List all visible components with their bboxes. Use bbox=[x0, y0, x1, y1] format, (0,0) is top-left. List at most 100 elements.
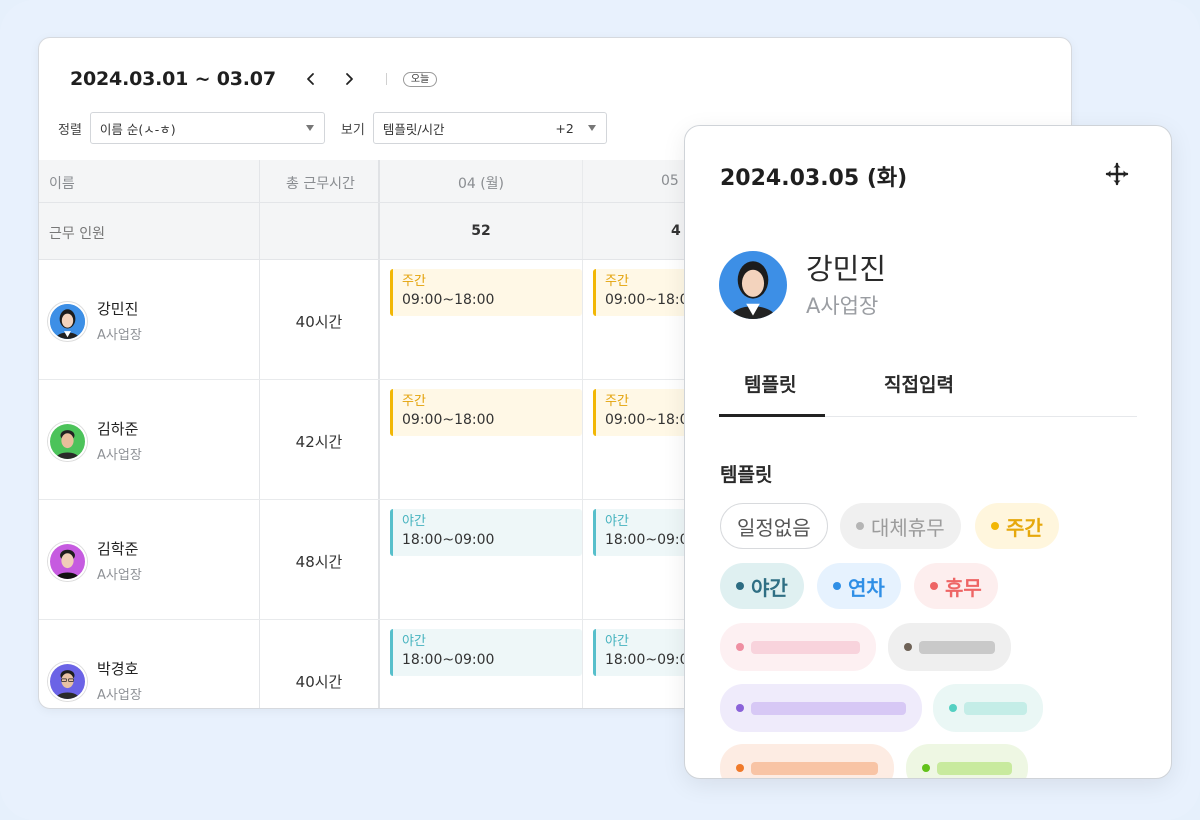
day-cell[interactable]: 야간 18:00~09:00 bbox=[380, 500, 583, 619]
toolbar-divider bbox=[385, 73, 387, 85]
view-select[interactable]: 템플릿/시간 +2 bbox=[372, 112, 607, 144]
chip-label: 야간 bbox=[751, 575, 788, 600]
today-button[interactable]: 오늘 bbox=[402, 71, 438, 87]
panel-date-title: 2024.03.05 (화) bbox=[720, 166, 908, 191]
shift-time: 09:00~18:00 bbox=[402, 412, 495, 428]
panel-tabs: 템플릿 직접입력 bbox=[719, 356, 1137, 417]
active-tab-indicator bbox=[719, 414, 825, 417]
move-icon[interactable] bbox=[1105, 162, 1129, 186]
tab-template[interactable]: 템플릿 bbox=[744, 370, 796, 397]
shift-time: 09:00~18:00 bbox=[402, 292, 495, 308]
dot-icon bbox=[922, 764, 930, 772]
chip-placeholder[interactable] bbox=[720, 684, 922, 732]
chip-day-shift[interactable]: 주간 bbox=[975, 503, 1059, 549]
chip-placeholder[interactable] bbox=[888, 623, 1011, 671]
date-range-title: 2024.03.01 ~ 03.07 bbox=[70, 68, 276, 90]
total-hours: 48시간 bbox=[295, 553, 343, 571]
chip-placeholder[interactable] bbox=[720, 744, 894, 778]
dot-icon bbox=[904, 643, 912, 651]
dot-icon bbox=[736, 643, 744, 651]
shift-block[interactable]: 주간 09:00~18:00 bbox=[390, 269, 582, 316]
shift-name: 야간 bbox=[402, 514, 426, 529]
col-header-total: 총 근무시간 bbox=[286, 176, 355, 192]
shift-name: 주간 bbox=[402, 274, 426, 289]
chevron-left-icon bbox=[306, 73, 314, 85]
chip-placeholder[interactable] bbox=[720, 623, 876, 671]
chip-label: 연차 bbox=[848, 575, 885, 600]
chip-label: 일정없음 bbox=[737, 515, 811, 540]
chevron-right-icon bbox=[345, 73, 353, 85]
chip-substitute-holiday[interactable]: 대체휴무 bbox=[840, 503, 961, 549]
shift-name: 야간 bbox=[402, 634, 426, 649]
dot-icon bbox=[930, 582, 938, 590]
chip-label: 휴무 bbox=[945, 575, 982, 600]
col-header-name: 이름 bbox=[49, 176, 75, 192]
next-week-button[interactable] bbox=[336, 66, 362, 92]
schedule-toolbar: 2024.03.01 ~ 03.07 오늘 bbox=[70, 64, 438, 94]
shift-time: 18:00~09:00 bbox=[402, 532, 495, 548]
label-placeholder bbox=[750, 640, 860, 654]
view-select-value: 템플릿/시간 bbox=[382, 121, 445, 137]
day-cell[interactable]: 주간 09:00~18:00 bbox=[380, 380, 583, 499]
label-placeholder bbox=[750, 701, 906, 715]
avatar bbox=[48, 662, 87, 701]
chip-no-schedule[interactable]: 일정없음 bbox=[720, 503, 828, 549]
employee-dept: A사업장 bbox=[97, 328, 142, 343]
headcount-value: 52 bbox=[471, 223, 491, 239]
dot-icon bbox=[833, 582, 841, 590]
avatar bbox=[48, 422, 87, 461]
employee-dept: A사업장 bbox=[97, 448, 142, 463]
shift-detail-panel: 2024.03.05 (화) 강민진 A사업장 템플릿 직접입력 템플릿 일정없… bbox=[684, 125, 1172, 779]
caret-down-icon bbox=[587, 125, 596, 131]
dot-icon bbox=[991, 522, 999, 530]
label-placeholder bbox=[918, 640, 995, 654]
shift-time: 18:00~09:00 bbox=[402, 652, 495, 668]
chip-placeholder[interactable] bbox=[933, 684, 1043, 732]
label-placeholder bbox=[963, 701, 1027, 715]
dot-icon bbox=[856, 522, 864, 530]
view-label: 보기 bbox=[340, 122, 365, 138]
chip-label: 주간 bbox=[1006, 515, 1043, 540]
dot-icon bbox=[736, 582, 744, 590]
shift-name: 주간 bbox=[402, 394, 426, 409]
sort-label: 정렬 bbox=[58, 122, 82, 138]
headcount-value: 4 bbox=[671, 223, 681, 239]
prev-week-button[interactable] bbox=[298, 66, 324, 92]
template-section-title: 템플릿 bbox=[720, 464, 773, 486]
total-hours: 40시간 bbox=[295, 673, 343, 691]
caret-down-icon bbox=[305, 125, 314, 131]
view-extra-count: +2 bbox=[555, 121, 574, 136]
dot-icon bbox=[949, 704, 957, 712]
label-placeholder bbox=[750, 761, 878, 775]
chip-night-shift[interactable]: 야간 bbox=[720, 563, 804, 609]
chip-annual-leave[interactable]: 연차 bbox=[817, 563, 901, 609]
label-placeholder bbox=[936, 761, 1012, 775]
sort-select[interactable]: 이름 순(ㅅ-ㅎ) bbox=[89, 112, 325, 144]
dot-icon bbox=[736, 764, 744, 772]
employee-name: 김하준 bbox=[97, 420, 139, 438]
avatar bbox=[719, 251, 787, 319]
panel-employee-dept: A사업장 bbox=[806, 294, 879, 318]
chip-placeholder[interactable] bbox=[906, 744, 1028, 778]
sort-select-value: 이름 순(ㅅ-ㅎ) bbox=[99, 121, 176, 137]
col-header-day: 04 (월) bbox=[457, 176, 505, 192]
chip-day-off[interactable]: 휴무 bbox=[914, 563, 998, 609]
total-hours: 40시간 bbox=[295, 313, 343, 331]
employee-name: 박경호 bbox=[97, 660, 139, 678]
shift-block[interactable]: 야간 18:00~09:00 bbox=[390, 629, 582, 676]
headcount-label: 근무 인원 bbox=[49, 226, 105, 242]
shift-block[interactable]: 주간 09:00~18:00 bbox=[390, 389, 582, 436]
filter-bar: 정렬 이름 순(ㅅ-ㅎ) 보기 템플릿/시간 +2 bbox=[58, 112, 607, 144]
avatar bbox=[48, 302, 87, 341]
panel-employee-name: 강민진 bbox=[806, 252, 887, 286]
chip-label: 대체휴무 bbox=[871, 515, 945, 540]
employee-dept: A사업장 bbox=[97, 688, 142, 703]
employee-name: 김학준 bbox=[97, 540, 139, 558]
day-cell[interactable]: 야간 18:00~09:00 bbox=[380, 620, 583, 708]
tab-direct-input[interactable]: 직접입력 bbox=[884, 370, 954, 397]
shift-block[interactable]: 야간 18:00~09:00 bbox=[390, 509, 582, 556]
day-cell[interactable]: 주간 09:00~18:00 bbox=[380, 260, 583, 379]
dot-icon bbox=[736, 704, 744, 712]
total-hours: 42시간 bbox=[295, 433, 343, 451]
employee-name: 강민진 bbox=[97, 300, 139, 318]
